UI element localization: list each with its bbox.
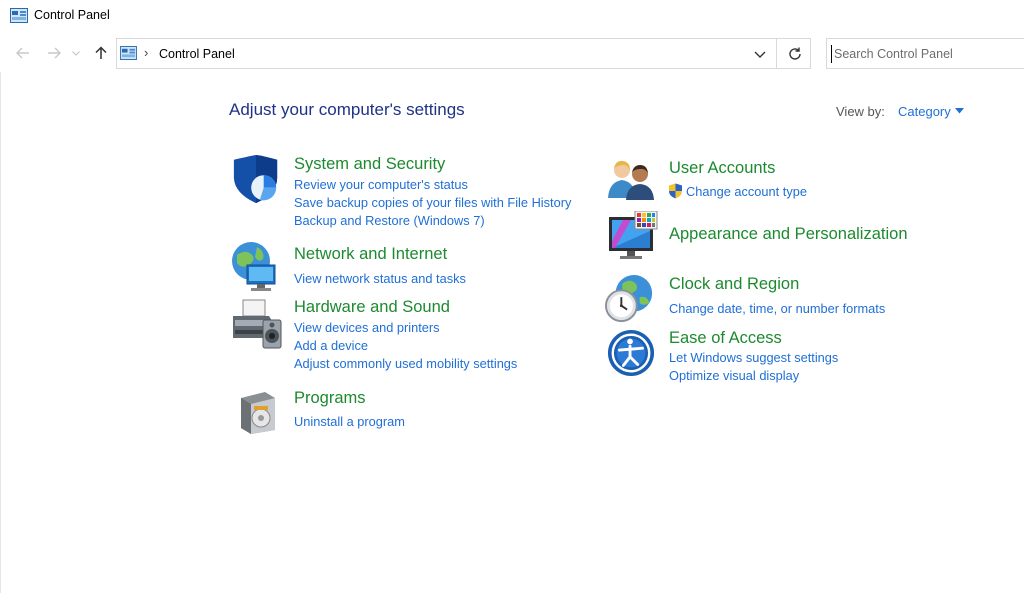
category-title-programs[interactable]: Programs — [294, 389, 366, 408]
link-view-network-status[interactable]: View network status and tasks — [294, 271, 466, 286]
category-title-ease-of-access[interactable]: Ease of Access — [669, 329, 782, 348]
window-left-border — [0, 72, 1, 593]
back-arrow-icon — [16, 47, 29, 59]
forward-arrow-icon — [48, 47, 61, 59]
link-add-device[interactable]: Add a device — [294, 338, 368, 353]
dropdown-triangle-icon[interactable] — [955, 108, 964, 114]
chevron-down-icon[interactable] — [753, 48, 767, 60]
search-box[interactable] — [826, 38, 1024, 69]
programs-box-icon[interactable] — [237, 388, 277, 436]
forward-button[interactable] — [44, 43, 64, 63]
breadcrumb-separator-icon[interactable]: › — [144, 45, 148, 60]
security-shield-icon[interactable] — [231, 154, 281, 206]
category-title-hardware-sound[interactable]: Hardware and Sound — [294, 298, 450, 317]
category-title-system-security[interactable]: System and Security — [294, 155, 445, 174]
link-uninstall-program[interactable]: Uninstall a program — [294, 414, 405, 429]
breadcrumb-control-panel[interactable]: Control Panel — [159, 47, 235, 61]
category-title-network-internet[interactable]: Network and Internet — [294, 245, 447, 264]
printer-speaker-icon[interactable] — [231, 297, 283, 351]
control-panel-icon — [10, 8, 28, 23]
link-review-computer-status[interactable]: Review your computer's status — [294, 177, 468, 192]
link-backup-restore[interactable]: Backup and Restore (Windows 7) — [294, 213, 485, 228]
ease-of-access-icon[interactable] — [607, 328, 655, 378]
link-change-date-time-formats[interactable]: Change date, time, or number formats — [669, 301, 885, 316]
up-arrow-icon — [95, 46, 107, 59]
category-title-user-accounts[interactable]: User Accounts — [669, 159, 775, 178]
monitor-palette-icon[interactable] — [607, 211, 659, 263]
link-change-account-type[interactable]: Change account type — [686, 184, 807, 199]
recent-locations-button[interactable] — [69, 43, 83, 63]
view-by-dropdown[interactable]: Category — [898, 104, 951, 119]
divider — [776, 39, 777, 68]
back-button[interactable] — [13, 43, 33, 63]
category-title-appearance-personalization[interactable]: Appearance and Personalization — [669, 225, 908, 244]
category-title-clock-region[interactable]: Clock and Region — [669, 275, 799, 294]
uac-shield-icon — [669, 183, 682, 199]
view-by-label: View by: — [836, 104, 885, 119]
link-adjust-mobility-settings[interactable]: Adjust commonly used mobility settings — [294, 356, 517, 371]
search-input[interactable] — [834, 44, 1024, 64]
page-heading: Adjust your computer's settings — [229, 100, 465, 119]
text-caret — [831, 45, 832, 63]
network-globe-icon[interactable] — [231, 241, 283, 293]
clock-globe-icon[interactable] — [605, 273, 655, 325]
control-panel-icon — [120, 46, 137, 60]
chevron-down-icon — [72, 50, 80, 56]
up-button[interactable] — [91, 43, 111, 63]
refresh-icon[interactable] — [787, 46, 803, 62]
user-accounts-icon[interactable] — [607, 158, 657, 202]
link-optimize-visual-display[interactable]: Optimize visual display — [669, 368, 799, 383]
window-title: Control Panel — [34, 8, 110, 22]
address-bar[interactable]: › Control Panel — [116, 38, 811, 69]
navigation-bar: › Control Panel — [0, 36, 1024, 70]
link-let-windows-suggest-settings[interactable]: Let Windows suggest settings — [669, 350, 838, 365]
title-bar: Control Panel — [0, 0, 1024, 32]
link-save-backup-file-history[interactable]: Save backup copies of your files with Fi… — [294, 195, 571, 210]
link-view-devices-printers[interactable]: View devices and printers — [294, 320, 440, 335]
